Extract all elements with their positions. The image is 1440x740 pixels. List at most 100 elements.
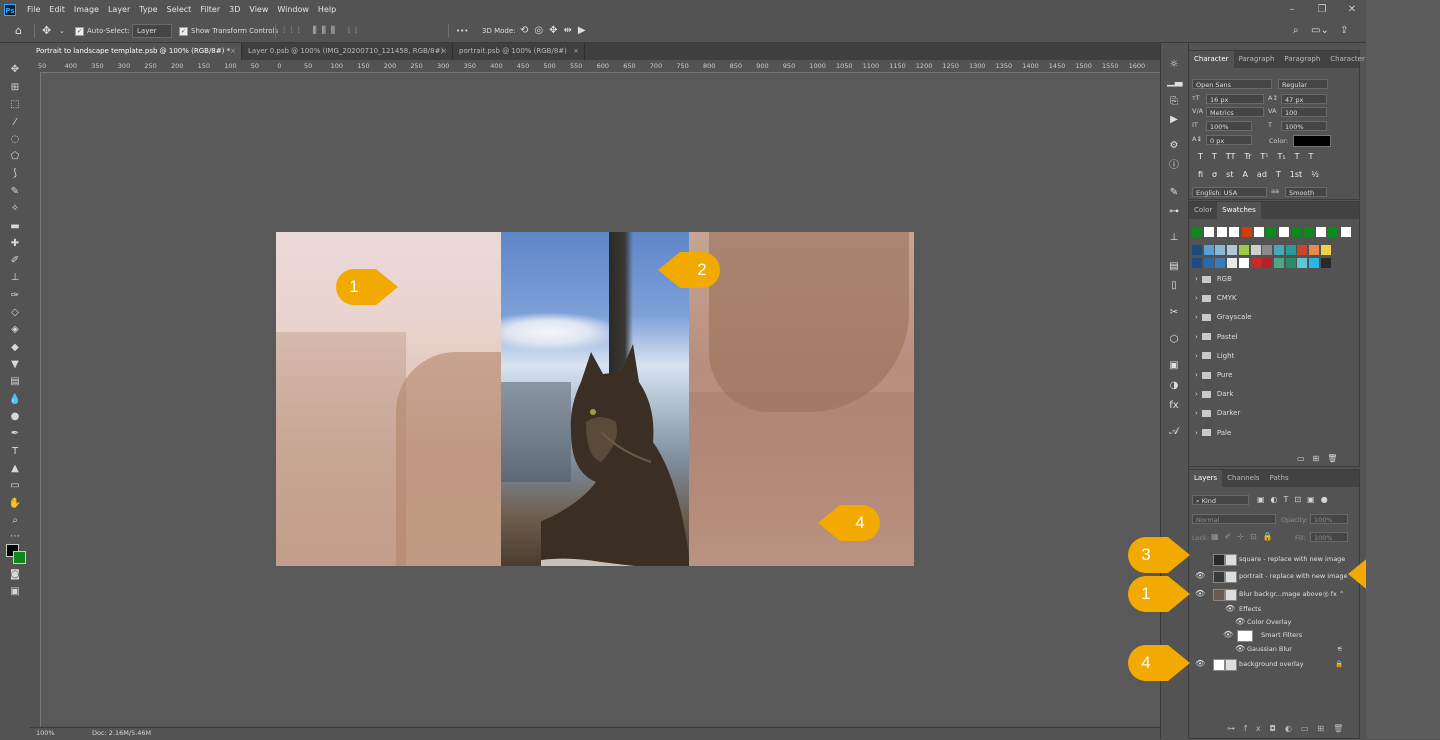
properties-icon[interactable]: ⚙	[1167, 139, 1181, 153]
tool-preset-chevron-icon[interactable]: ⌄	[59, 23, 65, 39]
type-style-button[interactable]: T	[1295, 152, 1300, 161]
color-swatch[interactable]	[1192, 227, 1202, 237]
swatch-folder-pale[interactable]: › Pale	[1195, 424, 1231, 442]
menu-layer[interactable]: Layer	[108, 0, 130, 20]
lock-icons[interactable]: ▦✐⊹⊡🔒	[1211, 532, 1279, 541]
color-swatch[interactable]	[1238, 245, 1249, 255]
history-brush-icon[interactable]: ✑	[8, 289, 22, 303]
horizontal-scale-field[interactable]: 100%	[1281, 121, 1327, 131]
brush-tool-icon[interactable]: ✐	[8, 254, 22, 268]
artboard-tool-icon[interactable]: ⊞	[8, 81, 22, 95]
color-swatch[interactable]	[1204, 227, 1215, 237]
close-tab-icon[interactable]: ×	[230, 43, 236, 60]
color-swatch[interactable]	[1215, 258, 1226, 268]
visibility-toggle-icon[interactable]: 👁	[1195, 550, 1205, 568]
color-swatch[interactable]	[1262, 258, 1273, 268]
antialias-dropdown[interactable]: Smooth	[1285, 187, 1327, 197]
color-swatch[interactable]	[1262, 245, 1273, 255]
opentype-button[interactable]: 1st	[1290, 170, 1302, 179]
tab-layers[interactable]: Layers	[1189, 470, 1223, 487]
tab-portrait-to-landscape[interactable]: Portrait to landscape template.psb @ 100…	[30, 43, 242, 60]
3d-icon[interactable]: ⬡	[1167, 333, 1181, 347]
eyedropper-icon[interactable]: ⁄	[8, 116, 22, 130]
color-swatch[interactable]	[1203, 258, 1214, 268]
move-tool-icon[interactable]: ✥	[42, 23, 51, 39]
layer-filter-kind[interactable]: ⌕ Kind	[1192, 495, 1249, 505]
color-swatch[interactable]	[1297, 245, 1308, 255]
color-swatch[interactable]	[1285, 245, 1296, 255]
channels-icon[interactable]: ◑	[1167, 379, 1181, 393]
share-icon[interactable]: ⇪	[1340, 23, 1348, 39]
tab-portrait[interactable]: portrait.psb @ 100% (RGB/8#) ×	[453, 43, 585, 60]
maximize-icon[interactable]: ❐	[1311, 0, 1333, 20]
color-swatch[interactable]	[1266, 227, 1277, 237]
screen-mode-icon[interactable]: ▣	[8, 585, 22, 599]
swatch-folder-rgb[interactable]: › RGB	[1195, 270, 1232, 288]
blend-mode-dropdown[interactable]: Normal	[1192, 514, 1276, 524]
glyphs-icon[interactable]: 𝒜	[1167, 425, 1181, 439]
type-style-button[interactable]: Tr	[1244, 152, 1251, 161]
quick-mask-icon[interactable]: ◙	[8, 568, 22, 582]
swatch-folder-cmyk[interactable]: › CMYK	[1195, 289, 1237, 307]
eye-icon[interactable]: 👁	[1195, 567, 1205, 585]
menu-filter[interactable]: Filter	[200, 0, 220, 20]
more-tools-icon[interactable]: ⋯	[8, 530, 22, 544]
close-tab-icon[interactable]: ×	[573, 43, 579, 60]
healing-brush-icon[interactable]: ✚	[8, 237, 22, 251]
tab-character[interactable]: Character	[1189, 51, 1234, 68]
type-style-button[interactable]: TT	[1226, 152, 1236, 161]
menu-help[interactable]: Help	[318, 0, 336, 20]
color-swatch[interactable]	[1250, 245, 1261, 255]
text-color-swatch[interactable]	[1293, 135, 1331, 147]
color-swatch[interactable]	[1215, 245, 1226, 255]
layer-square[interactable]: 👁 square - replace with new image	[1189, 550, 1359, 568]
leading-field[interactable]: 47 px	[1281, 94, 1327, 104]
styles-icon[interactable]: fx	[1167, 399, 1181, 413]
path-selection-icon[interactable]: ▲	[8, 462, 22, 476]
color-swatch[interactable]	[1254, 227, 1264, 237]
tab-paragraph[interactable]: Paragraph	[1234, 51, 1280, 68]
chevron-right-icon[interactable]: ›	[1195, 313, 1198, 321]
search-icon[interactable]: ⌕	[1293, 23, 1299, 39]
chevron-right-icon[interactable]: ›	[1195, 390, 1198, 398]
opentype-button[interactable]: ½	[1311, 170, 1319, 179]
chevron-right-icon[interactable]: ›	[1195, 429, 1198, 437]
tab-swatches[interactable]: Swatches	[1217, 202, 1261, 219]
menu-window[interactable]: Window	[277, 0, 309, 20]
color-swatch[interactable]	[1320, 245, 1331, 255]
actions-icon[interactable]: ▶	[1167, 113, 1181, 127]
vertical-scale-field[interactable]: 100%	[1206, 121, 1252, 131]
font-family-field[interactable]: Open Sans	[1192, 79, 1272, 89]
tracking-field[interactable]: 100	[1281, 107, 1327, 117]
close-icon[interactable]: ✕	[1341, 0, 1363, 20]
tab-paragraph-styles[interactable]: Paragraph	[1279, 51, 1325, 68]
color-swatch[interactable]	[1273, 245, 1284, 255]
chevron-right-icon[interactable]: ›	[1195, 275, 1198, 283]
swatch-folder-dark[interactable]: › Dark	[1195, 385, 1233, 403]
clone-stamp-icon[interactable]: ⊥	[8, 271, 22, 285]
type-style-button[interactable]: T	[1212, 152, 1217, 161]
swatch-folder-grayscale[interactable]: › Grayscale	[1195, 308, 1252, 326]
brush-settings-icon[interactable]: ✎	[1167, 186, 1181, 200]
color-swatch[interactable]	[1238, 258, 1249, 268]
3d-mode-icons[interactable]: ⟲◎✥⇹▶	[520, 23, 592, 39]
lasso-tool-icon[interactable]: ◌	[8, 133, 22, 147]
menu-view[interactable]: View	[249, 0, 268, 20]
opentype-button[interactable]: st	[1226, 170, 1233, 179]
info-icon[interactable]: ⓘ	[1167, 159, 1181, 173]
more-options-icon[interactable]: •••	[456, 23, 468, 39]
close-tab-icon[interactable]: ×	[441, 43, 447, 60]
color-swatch[interactable]	[1203, 245, 1214, 255]
tab-paths[interactable]: Paths	[1265, 470, 1294, 487]
rectangle-tool-icon[interactable]: ▭	[8, 479, 22, 493]
color-swatch[interactable]	[1192, 245, 1202, 255]
swatch-folder-pastel[interactable]: › Pastel	[1195, 328, 1238, 346]
layer-filter-icons[interactable]: ▣◐T⊡▣●	[1257, 495, 1334, 504]
menu-edit[interactable]: Edit	[49, 0, 65, 20]
eraser-icon[interactable]: ◇	[8, 306, 22, 320]
swatch-panel-buttons[interactable]: ▭⊞🗑	[1297, 454, 1345, 463]
kerning-field[interactable]: Metrics	[1206, 107, 1264, 117]
color-swatch[interactable]	[1309, 245, 1319, 255]
tab-layer-0[interactable]: Layer 0.psb @ 100% (IMG_20200710_121458,…	[242, 43, 453, 60]
opentype-button[interactable]: fi	[1198, 170, 1203, 179]
